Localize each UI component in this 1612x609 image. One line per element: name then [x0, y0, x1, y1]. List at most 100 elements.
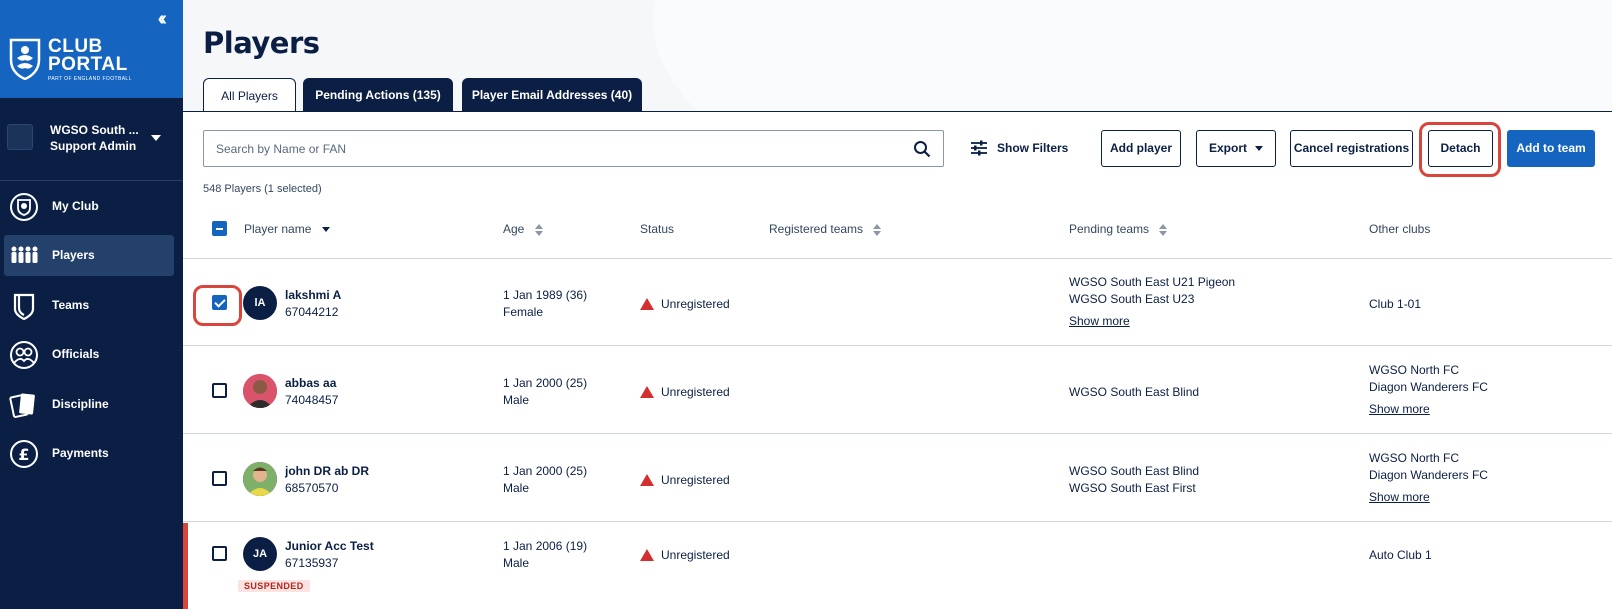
column-label: Pending teams [1069, 222, 1150, 236]
add-player-button[interactable]: Add player [1101, 130, 1181, 167]
sidebar-item-label: My Club [52, 199, 99, 213]
tab-pending-actions[interactable]: Pending Actions (135) [303, 78, 453, 112]
player-gender: Male [503, 481, 530, 495]
brand-line2: PORTAL [48, 54, 128, 75]
sidebar-item-label: Discipline [52, 397, 109, 411]
pending-team: WGSO South East U23 [1069, 292, 1195, 306]
svg-text:£: £ [18, 445, 29, 464]
warning-icon [640, 298, 654, 310]
other-club: WGSO North FC [1369, 363, 1460, 377]
sidebar-item-players[interactable]: Players [4, 235, 174, 276]
row-checkbox[interactable] [212, 471, 227, 486]
player-gender: Male [503, 393, 530, 407]
tab-player-email-addresses[interactable]: Player Email Addresses (40) [462, 78, 642, 112]
main-content: Players All Players Pending Actions (135… [183, 0, 1612, 609]
row-checkbox[interactable] [212, 546, 227, 561]
sidebar-item-payments[interactable]: £ Payments [4, 433, 174, 474]
column-label: Player name [244, 222, 312, 236]
pending-team: WGSO South East Blind [1069, 464, 1200, 478]
other-club: Diagon Wanderers FC [1369, 380, 1488, 394]
double-chevron-left-icon[interactable]: ‹‹ [158, 8, 168, 31]
tab-all-players[interactable]: All Players [203, 78, 296, 112]
avatar [243, 462, 277, 496]
player-count: 548 Players (1 selected) [203, 183, 322, 195]
sidebar-item-discipline[interactable]: Discipline [4, 384, 174, 425]
caret-down-icon [151, 135, 161, 141]
status-text: Unregistered [661, 385, 730, 399]
table-row[interactable]: john DR ab DR 68570570 1 Jan 2000 (25) M… [183, 435, 1612, 522]
other-club: WGSO North FC [1369, 451, 1460, 465]
row-checkbox[interactable] [212, 295, 227, 310]
sidebar-item-officials[interactable]: Officials [4, 334, 174, 375]
add-to-team-button[interactable]: Add to team [1507, 130, 1595, 167]
club-switcher[interactable]: WGSO South ... Support Admin [0, 108, 183, 168]
pound-icon: £ [10, 440, 38, 468]
sidebar-item-label: Payments [52, 446, 109, 460]
player-fan: 67135937 [285, 556, 339, 570]
column-label: Registered teams [769, 222, 864, 236]
column-label: Age [503, 222, 525, 236]
player-fan: 68570570 [285, 481, 339, 495]
sidebar-item-my-club[interactable]: My Club [4, 186, 174, 227]
club-role: Support Admin [50, 139, 137, 153]
status-text: Unregistered [661, 473, 730, 487]
avatar [243, 374, 277, 408]
warning-icon [640, 549, 654, 561]
status-text: Unregistered [661, 297, 730, 311]
table-row[interactable]: JA Junior Acc Test 67135937 SUSPENDED 1 … [183, 523, 1612, 609]
club-crest-icon [7, 124, 33, 150]
export-button[interactable]: Export [1196, 130, 1276, 167]
sidebar-item-label: Teams [52, 298, 90, 312]
player-photo [243, 462, 277, 496]
column-registered-teams[interactable]: Registered teams [769, 222, 882, 236]
cancel-registrations-button[interactable]: Cancel registrations [1290, 130, 1413, 167]
column-status: Status [640, 222, 674, 236]
sort-desc-icon [321, 227, 330, 233]
sidebar-item-label: Players [52, 248, 95, 262]
status-badge: SUSPENDED [238, 580, 310, 592]
warning-icon [640, 386, 654, 398]
column-label: Other clubs [1369, 222, 1431, 236]
search-input[interactable] [216, 139, 876, 159]
brand-header: ‹‹ CLUB PORTAL PART OF ENGLAND FOOTBALL [0, 0, 183, 98]
brand-subtitle: PART OF ENGLAND FOOTBALL [48, 76, 132, 82]
avatar: JA [243, 537, 277, 571]
row-checkbox[interactable] [212, 383, 227, 398]
avatar: lA [243, 286, 277, 320]
search-icon[interactable] [913, 140, 931, 158]
player-name[interactable]: john DR ab DR [285, 464, 369, 478]
player-gender: Male [503, 556, 530, 570]
select-all-checkbox[interactable] [212, 221, 227, 236]
player-name[interactable]: Junior Acc Test [285, 539, 374, 553]
export-label: Export [1208, 141, 1247, 155]
player-dob: 1 Jan 2000 (25) [503, 376, 588, 390]
table-row[interactable]: lA lakshmi A 67044212 1 Jan 1989 (36) Fe… [183, 259, 1612, 346]
player-dob: 1 Jan 1989 (36) [503, 288, 588, 302]
sort-icon [873, 223, 882, 236]
page-title: Players [203, 26, 320, 60]
tabs-divider [183, 111, 1612, 112]
column-age[interactable]: Age [503, 222, 543, 236]
column-player-name[interactable]: Player name [244, 222, 330, 236]
sort-icon [534, 223, 543, 236]
pending-team: WGSO South East Blind [1069, 385, 1200, 399]
detach-button[interactable]: Detach [1428, 130, 1493, 167]
player-fan: 67044212 [285, 305, 339, 319]
teams-icon [13, 293, 35, 321]
column-pending-teams[interactable]: Pending teams [1069, 222, 1168, 236]
player-dob: 1 Jan 2006 (19) [503, 539, 588, 553]
club-name: WGSO South ... [50, 123, 139, 137]
table-row[interactable]: abbas aa 74048457 1 Jan 2000 (25) Male U… [183, 347, 1612, 434]
show-more-link[interactable]: Show more [1369, 489, 1430, 506]
player-name[interactable]: lakshmi A [285, 288, 341, 302]
show-more-link[interactable]: Show more [1069, 313, 1130, 330]
other-club: Club 1-01 [1369, 297, 1422, 311]
show-more-link[interactable]: Show more [1369, 401, 1430, 418]
sidebar-divider [0, 180, 183, 181]
player-name[interactable]: abbas aa [285, 376, 336, 390]
sidebar-item-teams[interactable]: Teams [4, 285, 174, 326]
sliders-icon [971, 140, 987, 156]
brand-text: CLUB PORTAL PART OF ENGLAND FOOTBALL [48, 37, 132, 82]
sort-icon [1159, 223, 1168, 236]
shield-icon [10, 193, 38, 221]
